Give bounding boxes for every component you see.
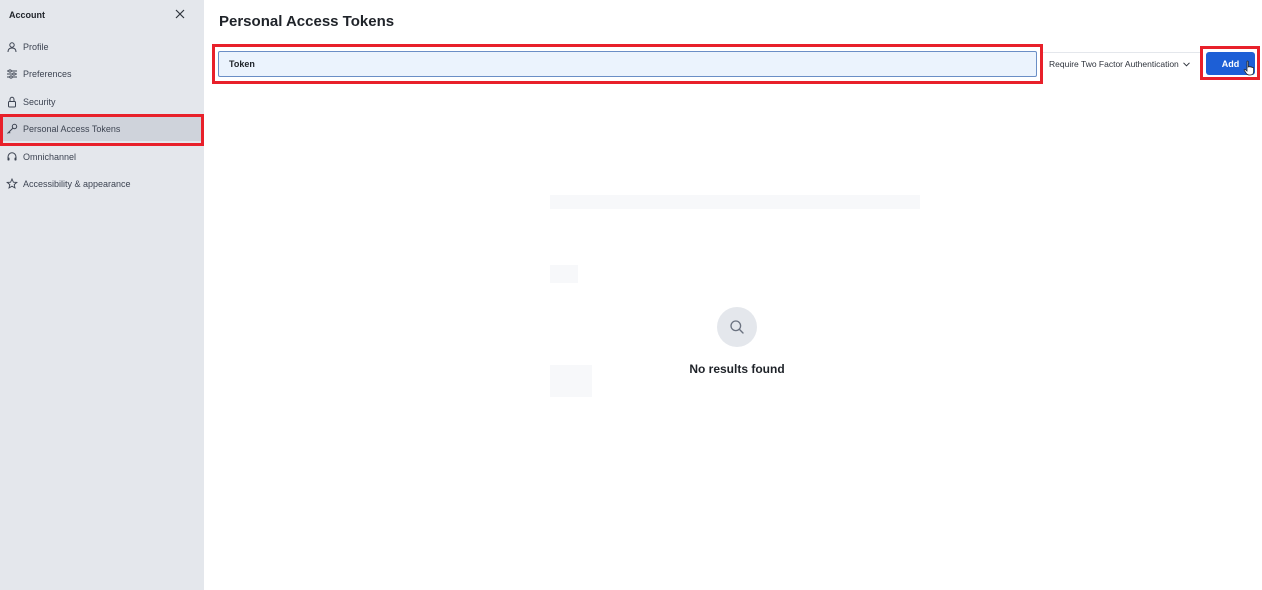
sidebar-item-label: Accessibility & appearance <box>23 179 131 189</box>
sidebar-item-profile[interactable]: Profile <box>0 35 204 59</box>
sliders-icon <box>7 69 17 79</box>
close-icon[interactable] <box>174 8 186 20</box>
two-factor-select-label: Require Two Factor Authentication <box>1049 59 1179 69</box>
headset-icon <box>7 152 17 161</box>
account-sidebar: Account Profile Preferences Security Per… <box>0 0 204 590</box>
sidebar-item-preferences[interactable]: Preferences <box>0 62 204 86</box>
divider <box>1043 52 1203 53</box>
lock-icon <box>8 96 16 108</box>
sidebar-item-security[interactable]: Security <box>0 90 204 114</box>
hand-cursor-icon <box>1243 60 1254 76</box>
highlight-box-sidebar <box>0 114 204 146</box>
empty-state-text: No results found <box>689 362 785 376</box>
sidebar-item-label: Preferences <box>23 69 72 79</box>
chevron-down-icon <box>1182 61 1190 67</box>
ghost-skeleton <box>550 195 920 209</box>
empty-state-icon-circle <box>717 307 757 347</box>
sidebar-item-label: Profile <box>23 42 49 52</box>
ghost-skeleton <box>550 265 578 283</box>
user-icon <box>7 42 17 53</box>
token-name-input[interactable] <box>218 51 1037 77</box>
sidebar-item-omnichannel[interactable]: Omnichannel <box>0 145 204 169</box>
sidebar-header: Account <box>0 0 204 30</box>
search-icon <box>730 320 744 334</box>
accessibility-icon <box>6 178 18 189</box>
page-title: Personal Access Tokens <box>219 13 395 30</box>
sidebar-item-label: Omnichannel <box>23 152 77 162</box>
sidebar-item-label: Security <box>23 97 56 107</box>
two-factor-select[interactable]: Require Two Factor Authentication <box>1049 59 1190 69</box>
sidebar-item-accessibility[interactable]: Accessibility & appearance <box>0 172 204 196</box>
sidebar-title: Account <box>9 10 45 20</box>
ghost-skeleton <box>550 365 592 397</box>
